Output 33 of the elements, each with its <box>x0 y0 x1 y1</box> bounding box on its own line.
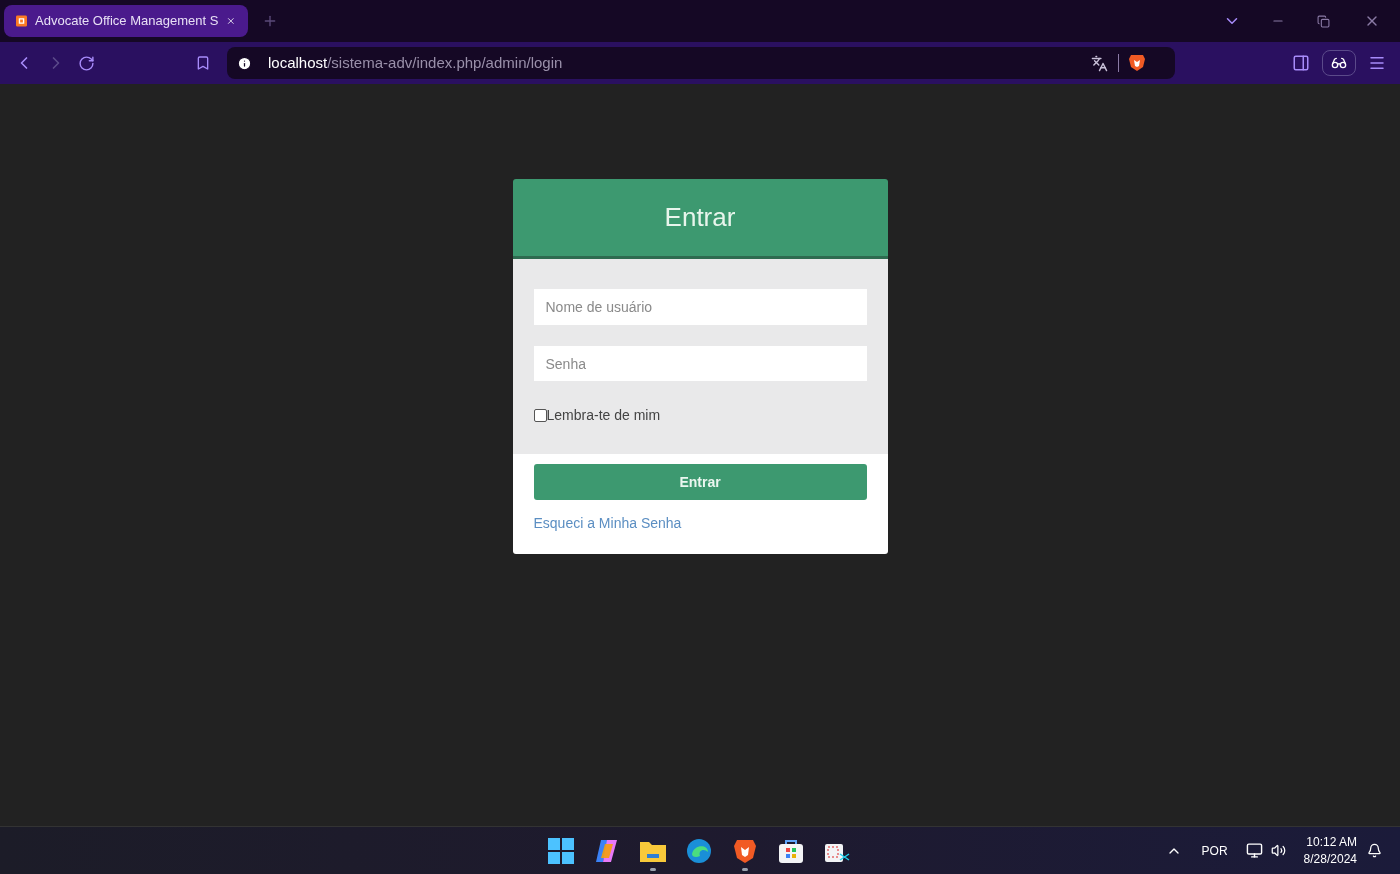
clock-time: 10:12 AM <box>1306 833 1357 851</box>
volume-icon[interactable] <box>1270 843 1286 858</box>
clock-date: 8/28/2024 <box>1303 850 1357 868</box>
wave-logo-icon[interactable] <box>686 837 712 864</box>
menu-icon[interactable] <box>1368 54 1386 72</box>
remember-label: Lembra-te de mim <box>546 406 661 425</box>
reload-icon[interactable] <box>78 54 95 72</box>
restore-icon[interactable] <box>1317 14 1330 28</box>
url-text: localhost/sistema-adv/index.php/admin/login <box>268 52 563 73</box>
shopping-bag-icon[interactable] <box>778 837 804 864</box>
network-icon[interactable] <box>1245 842 1263 859</box>
translate-icon[interactable] <box>1091 54 1108 72</box>
glasses-icon <box>1331 55 1347 71</box>
lion-shield-icon[interactable] <box>1129 54 1145 72</box>
running-indicator <box>742 867 748 871</box>
bookmark-icon[interactable] <box>195 55 211 71</box>
address-bar[interactable]: localhost/sistema-adv/index.php/admin/login <box>227 47 1175 79</box>
login-title: Entrar <box>664 201 736 234</box>
tab-title: Advocate Office Management S <box>35 12 219 31</box>
windows-logo-icon[interactable] <box>548 837 574 864</box>
language-indicator[interactable]: POR <box>1201 841 1228 860</box>
password-field[interactable]: Senha <box>533 346 867 381</box>
app-logo-icon <box>16 13 28 29</box>
remember-checkbox[interactable] <box>533 409 547 422</box>
username-field[interactable]: Nome de usuário <box>533 289 867 325</box>
info-icon <box>237 55 252 71</box>
private-button[interactable] <box>1322 50 1356 76</box>
browser-tab[interactable]: Advocate Office Management S <box>4 5 248 37</box>
notification-icon[interactable] <box>1367 843 1382 858</box>
running-indicator <box>650 867 656 871</box>
lion-logo-icon[interactable] <box>733 837 757 864</box>
forgot-password-link[interactable]: Esqueci a Minha Senha <box>533 513 682 534</box>
sidebar-icon[interactable] <box>1292 54 1310 72</box>
